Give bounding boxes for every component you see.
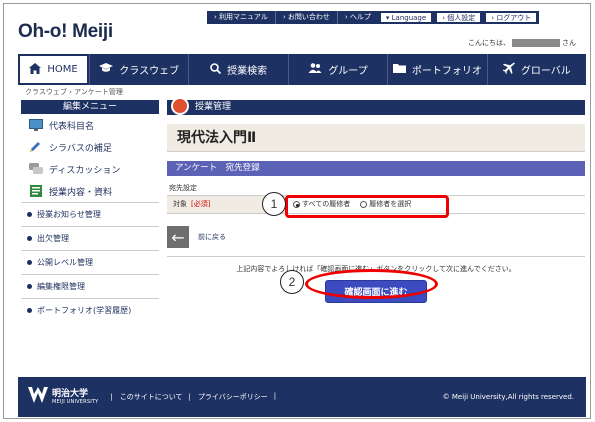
sidebar-item-course-name[interactable]: 代表科目名 — [21, 114, 159, 136]
logout-button[interactable]: › ログアウト — [485, 12, 538, 23]
course-management-icon — [171, 97, 189, 115]
bullet-icon — [27, 212, 32, 217]
personal-settings-button[interactable]: › 個人設定 — [436, 12, 482, 23]
section-header: 授業管理 — [167, 97, 585, 115]
sidebar-item-label: 授業お知らせ管理 — [37, 210, 101, 219]
help-link[interactable]: › ヘルプ — [336, 11, 378, 24]
nav-portfolio-label: ポートフォリオ — [411, 66, 482, 77]
nav-global[interactable]: グローバル — [486, 54, 586, 85]
sidebar-item-label: ディスカッション — [49, 165, 121, 176]
sidebar-item-attendance[interactable]: 出欠管理 — [21, 226, 159, 250]
footer-divider: | — [273, 392, 277, 400]
sidebar-item-label: シラバスの補足 — [49, 143, 112, 154]
sidebar-item-syllabus[interactable]: シラバスの補足 — [21, 136, 159, 158]
top-links-bar: › 利用マニュアル › お問い合わせ › ヘルプ ▾ Language › 個人… — [207, 11, 540, 24]
contact-link[interactable]: › お問い合わせ — [274, 11, 337, 24]
sidebar-item-materials[interactable]: 授業内容・資料 — [21, 180, 159, 202]
university-logo[interactable]: 明治大学 MEIJI UNIVERSITY — [28, 387, 98, 407]
search-icon — [210, 62, 222, 77]
highlight-oval-confirm — [305, 269, 438, 299]
nav-group-label: グループ — [328, 66, 368, 77]
bullet-icon — [27, 308, 32, 313]
sidebar-item-label: ポートフォリオ(学習履歴) — [37, 306, 132, 315]
sidebar: 編集メニュー 代表科目名 シラバスの補足 ディスカッション 授業内容・資料 授業… — [21, 100, 159, 322]
nav-group[interactable]: グループ — [287, 54, 387, 85]
course-title: 現代法入門Ⅱ — [167, 124, 585, 152]
required-marker: [必須] — [191, 200, 211, 208]
back-link[interactable]: 前に戻る — [198, 232, 226, 242]
sidebar-heading: 編集メニュー — [21, 100, 159, 114]
graduation-cap-icon — [99, 63, 114, 76]
greeting-suffix: さん — [562, 39, 576, 47]
nav-course-search[interactable]: 授業検索 — [188, 54, 287, 85]
sidebar-item-portfolio[interactable]: ポートフォリオ(学習履歴) — [21, 298, 159, 322]
back-control[interactable]: ← 前に戻る — [167, 226, 585, 248]
nav-classweb-label: クラスウェブ — [119, 66, 180, 77]
bullet-icon — [27, 260, 32, 265]
pencil-icon — [29, 141, 43, 153]
privacy-policy-link[interactable]: | プライバシーポリシー — [189, 392, 268, 402]
home-icon — [29, 62, 42, 77]
site-logo[interactable]: Oh-o! Meiji — [18, 21, 113, 43]
sidebar-item-label: 出欠管理 — [37, 234, 69, 243]
bullet-icon — [27, 284, 32, 289]
nav-home[interactable]: HOME — [18, 54, 89, 85]
university-name-en: MEIJI UNIVERSITY — [52, 398, 99, 405]
breadcrumb[interactable]: クラスウェブ › アンケート管理 — [25, 87, 123, 97]
language-button[interactable]: ▾ Language — [379, 12, 433, 23]
bullet-icon — [27, 236, 32, 241]
airplane-icon — [502, 62, 515, 77]
nav-course-search-label: 授業検索 — [227, 66, 268, 77]
footer: 明治大学 MEIJI UNIVERSITY | このサイトについて | プライバ… — [18, 377, 586, 417]
target-label: 対象 — [173, 200, 187, 208]
document-icon — [29, 185, 43, 197]
folder-icon — [392, 63, 406, 76]
sidebar-item-label: 授業内容・資料 — [49, 187, 113, 198]
manual-link[interactable]: › 利用マニュアル — [207, 11, 275, 24]
university-name: 明治大学 — [52, 388, 89, 399]
nav-global-label: グローバル — [520, 66, 571, 77]
user-name-redacted — [512, 39, 560, 47]
sidebar-item-publish-level[interactable]: 公開レベル管理 — [21, 250, 159, 274]
step-marker-2: 2 — [280, 270, 304, 294]
section-title: 授業管理 — [195, 102, 232, 112]
group-icon — [308, 63, 322, 76]
chat-icon — [29, 163, 43, 175]
sidebar-item-edit-permissions[interactable]: 編集権限管理 — [21, 274, 159, 298]
form-subheading: アンケート 宛先登録 — [167, 161, 585, 176]
nav-portfolio[interactable]: ポートフォリオ — [387, 54, 486, 85]
sidebar-item-discussion[interactable]: ディスカッション — [21, 158, 159, 180]
sidebar-item-course-notices[interactable]: 授業お知らせ管理 — [21, 202, 159, 226]
sidebar-item-label: 公開レベル管理 — [37, 258, 93, 267]
main-nav: HOME クラスウェブ 授業検索 グループ ポートフォリオ グローバル — [18, 54, 586, 85]
about-site-link[interactable]: | このサイトについて — [110, 392, 182, 402]
settings-label: 宛先設定 — [169, 184, 197, 192]
nav-classweb[interactable]: クラスウェブ — [89, 54, 188, 85]
step-marker-1: 1 — [262, 192, 286, 216]
copyright: © Meiji University,All rights reserved. — [442, 393, 574, 401]
greeting: こんにちは、 さん — [468, 38, 576, 48]
monitor-icon — [29, 119, 43, 131]
highlight-box-options — [285, 195, 449, 218]
greeting-prefix: こんにちは、 — [468, 39, 510, 47]
meiji-emblem-icon — [28, 387, 48, 407]
nav-home-label: HOME — [47, 64, 78, 75]
back-arrow-icon[interactable]: ← — [167, 226, 189, 248]
footer-links: | このサイトについて | プライバシーポリシー | — [110, 392, 276, 402]
sidebar-item-label: 編集権限管理 — [37, 282, 85, 291]
sidebar-item-label: 代表科目名 — [49, 121, 95, 132]
window-frame: Oh-o! Meiji › 利用マニュアル › お問い合わせ › ヘルプ ▾ L… — [3, 3, 591, 419]
